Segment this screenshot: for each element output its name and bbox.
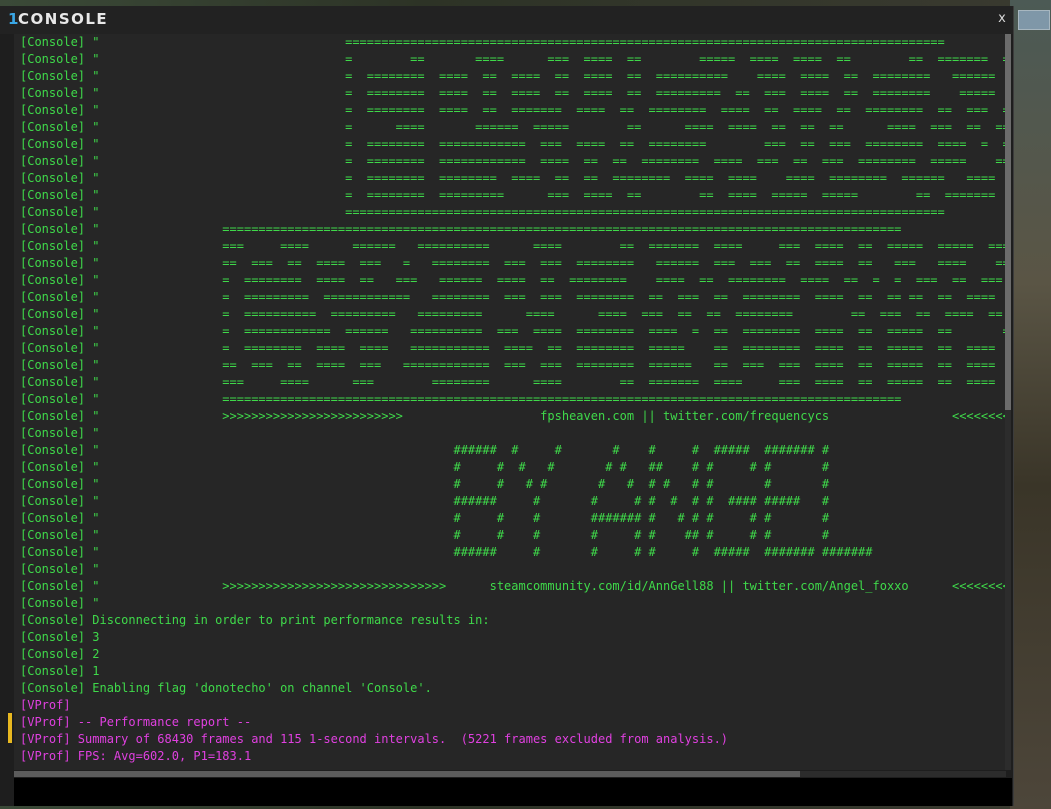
console-log-line: [Console] " = ======== ============ ====… [20,154,1006,168]
selection-marker [8,713,12,743]
console-log-line: [Console] " = ======== ==== == ==== == =… [20,86,1006,100]
console-command-input[interactable] [14,778,1012,806]
console-log-line: [Console] Enabling flag 'donotecho' on c… [20,681,432,695]
console-log-line: [Console] " = ======== ======== ==== == … [20,171,996,185]
vertical-scrollbar-thumb[interactable] [1005,34,1011,410]
console-log-line: [Console] 3 [20,630,100,644]
console-log-line: [Console] 1 [20,664,100,678]
console-log-line: [Console] " # # # # # # # # # # # # [20,477,830,491]
console-log-line: [Console] " ============================… [20,392,902,406]
console-log-line: [Console] 2 [20,647,100,661]
console-titlebar[interactable]: 1 CONSOLE x [0,6,1013,34]
console-log-line: [Console] " ============================… [20,222,902,236]
window-number: 1 [8,10,19,28]
console-log-line: [Console] " = ==== ====== ===== == ==== … [20,120,1006,134]
console-log-line: [Console] " # # # ####### # # # # # # # [20,511,830,525]
vertical-scrollbar[interactable] [1005,34,1011,770]
console-log-line: [Console] " === ==== ====== ========== =… [20,239,1006,253]
game-background-right-strip [1010,0,1051,809]
console-log-line: [Console] " = ======== ==== ==== =======… [20,341,1006,355]
console-log-line: [Console] " ###### # # # # # ##### #####… [20,443,830,457]
vprof-log-line: [VProf] FPS: Avg=602.0, P1=183.1 [20,749,252,763]
console-log-line: [Console] Disconnecting in order to prin… [20,613,490,627]
console-log-line: [Console] " ###### # # # # # ##### #####… [20,545,873,559]
console-log-line: [Console] " ============================… [20,35,945,49]
console-log-line: [Console] " [20,596,100,610]
vprof-log-line: [VProf] Summary of 68430 frames and 115 … [20,732,729,746]
console-log-lines: [Console] " ============================… [20,34,1006,765]
console-log-line: [Console] " = ========= ============ ===… [20,290,1006,304]
horizontal-scrollbar-thumb[interactable] [14,771,800,777]
console-log-line: [Console] " >>>>>>>>>>>>>>>>>>>>>>>>> fp… [20,409,1006,423]
console-log-line: [Console] " = == ==== === ==== == ===== … [20,52,1006,66]
console-log-line: [Console] " == === == ==== === =========… [20,358,1006,372]
console-log-line: [Console] " = ======== ========= === ===… [20,188,1006,202]
console-log-line: [Console] " # # # # # # ## # # # # # [20,460,830,474]
console-log-line: [Console] " = ======== ==== == ==== == =… [20,69,1006,83]
console-log-line: [Console] " === ==== === ======== ==== =… [20,375,1006,389]
console-log-line: [Console] " [20,426,100,440]
console-log-line: [Console] " = ============ ====== ======… [20,324,1006,338]
game-hud-element [1018,10,1050,30]
horizontal-scrollbar[interactable] [14,771,1006,777]
vprof-log-line: [VProf] [20,698,71,712]
console-log-line: [Console] " >>>>>>>>>>>>>>>>>>>>>>>>>>>>… [20,579,1006,593]
console-log-line: [Console] " = ======== ==== == ======= =… [20,103,1006,117]
console-log-line: [Console] " ============================… [20,205,945,219]
console-log[interactable]: [Console] " ============================… [14,34,1006,770]
console-log-line: [Console] " ###### # # # # # # # #### ##… [20,494,830,508]
console-log-line: [Console] " == === == ==== === = =======… [20,256,1006,270]
vprof-log-line: [VProf] -- Performance report -- [20,715,252,729]
close-button[interactable]: x [995,11,1009,27]
console-log-line: [Console] " = ========== ========= =====… [20,307,1003,321]
console-log-line: [Console] " # # # # # # ## # # # # [20,528,830,542]
console-log-line: [Console] " [20,562,100,576]
console-log-line: [Console] " = ======== ==== == === =====… [20,273,1003,287]
window-title: CONSOLE [18,10,109,28]
console-log-line: [Console] " = ======== ============ === … [20,137,1006,151]
